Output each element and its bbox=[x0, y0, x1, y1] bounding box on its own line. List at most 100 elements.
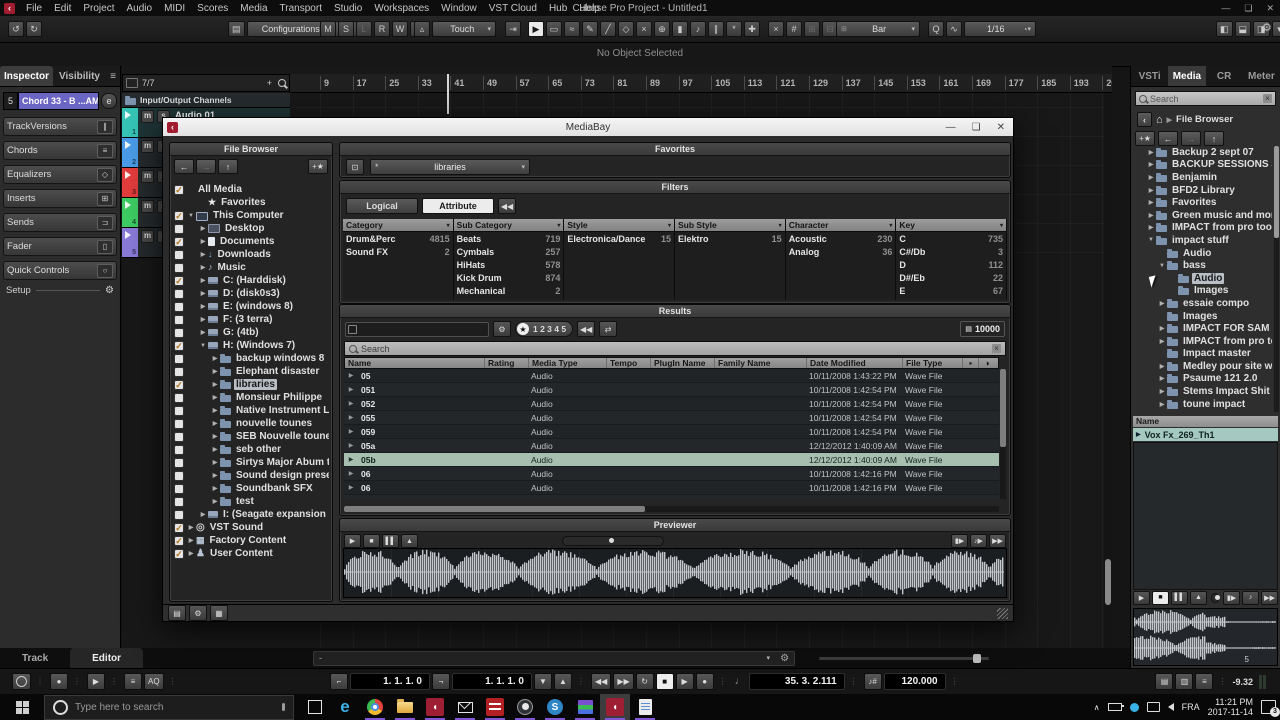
previewer-play-icon[interactable]: ▶ bbox=[344, 534, 361, 548]
expand-icon[interactable]: ▶ bbox=[210, 420, 220, 427]
fb-add-favorite-icon[interactable]: +★ bbox=[308, 159, 328, 174]
inspector-section-trackversions[interactable]: TrackVersions∥ bbox=[3, 117, 117, 136]
automation-icon[interactable]: ▵ bbox=[414, 21, 430, 37]
inspector-menu-icon[interactable]: ≡ bbox=[106, 66, 120, 86]
fb-tree-item[interactable]: ▶Sound design presets bbox=[174, 469, 329, 482]
results-name-header[interactable]: Name bbox=[1133, 416, 1278, 427]
media-tree-item[interactable]: ▶Psaume 121 2.0 bbox=[1133, 373, 1272, 386]
edit-channel-button[interactable]: e bbox=[101, 93, 117, 109]
channel-l-button[interactable]: L bbox=[356, 21, 372, 37]
results-horizontal-scrollbar[interactable] bbox=[344, 506, 999, 512]
fb-tree-item[interactable]: ▶Downloads bbox=[174, 248, 329, 261]
tempo-icon[interactable]: ♪# bbox=[864, 673, 882, 690]
record-mode-icon[interactable]: ● bbox=[50, 673, 68, 690]
media-tree-item[interactable]: ▶Backup 2 sept 07 bbox=[1133, 146, 1272, 159]
quantize-icon[interactable]: Q bbox=[928, 21, 944, 37]
collapse-icon[interactable]: ▼ bbox=[198, 343, 208, 349]
expand-icon[interactable]: ▶ bbox=[198, 316, 208, 323]
quantize-mode-icon[interactable]: ≡ bbox=[124, 673, 142, 690]
stop-icon[interactable]: ■ bbox=[656, 673, 674, 690]
fb-tree-item[interactable]: ▶G: (4tb) bbox=[174, 326, 329, 339]
range-select-icon[interactable]: ▭ bbox=[546, 21, 562, 37]
filter-column-header[interactable]: Sub Category▾ bbox=[454, 219, 564, 232]
column-header-name[interactable]: Name bbox=[345, 358, 485, 368]
filter-column-header[interactable]: Sub Style▾ bbox=[675, 219, 785, 232]
expand-icon[interactable]: ▶ bbox=[1157, 325, 1167, 332]
fb-forward-icon[interactable]: → bbox=[196, 159, 216, 174]
expand-icon[interactable]: ▶ bbox=[210, 459, 220, 466]
filter-item[interactable]: E67 bbox=[896, 284, 1006, 297]
expand-icon[interactable]: ▶ bbox=[1146, 174, 1156, 181]
fb-tree-item[interactable]: ▶Sirtys Major Abum track bbox=[174, 456, 329, 469]
track-visibility-icon[interactable] bbox=[126, 78, 138, 88]
filter-column-header[interactable]: Style▾ bbox=[564, 219, 674, 232]
fb-tree-item[interactable]: ✓▶VST Sound bbox=[174, 521, 329, 534]
checkbox[interactable] bbox=[174, 432, 184, 442]
tab-visibility[interactable]: Visibility bbox=[53, 66, 106, 86]
menu-audio[interactable]: Audio bbox=[126, 3, 152, 14]
menu-studio[interactable]: Studio bbox=[334, 3, 362, 14]
toolbar-gear-icon[interactable]: ⚙ bbox=[1262, 21, 1272, 34]
checkbox[interactable]: ✓ bbox=[174, 536, 184, 546]
keyboard-icon[interactable]: ▤ bbox=[1155, 673, 1173, 690]
menu-media[interactable]: Media bbox=[240, 3, 267, 14]
channel-w-button[interactable]: W bbox=[392, 21, 408, 37]
previewer-sync-icon[interactable]: ▶▶ bbox=[989, 534, 1006, 548]
taskbar-icon-skype[interactable]: S bbox=[540, 694, 570, 720]
expand-icon[interactable]: ▶ bbox=[1157, 388, 1167, 395]
column-header-date-modified[interactable]: Date Modified bbox=[807, 358, 903, 368]
media-tree-item[interactable]: ▶BFD2 Library bbox=[1133, 184, 1272, 197]
menu-transport[interactable]: Transport bbox=[280, 3, 322, 14]
fb-tree-item[interactable]: ▶SEB Nouvelle tounes bbox=[174, 430, 329, 443]
mute-icon[interactable]: ▮ bbox=[672, 21, 688, 37]
setup-gear-icon[interactable]: ⚙ bbox=[105, 285, 114, 296]
expand-icon[interactable]: ▶ bbox=[210, 472, 220, 479]
tree-scrollbar[interactable] bbox=[1274, 146, 1279, 412]
checkbox[interactable]: ✓ bbox=[174, 523, 184, 533]
checkbox[interactable]: ✓ bbox=[174, 341, 184, 351]
media-tree-item[interactable]: ▶IMPACT from pro tc bbox=[1133, 335, 1272, 348]
results-row[interactable]: ▶055Audio10/11/2008 1:42:54 PMWave File bbox=[344, 411, 999, 425]
previewer-pause-icon[interactable]: ▌▌ bbox=[382, 534, 399, 548]
expand-icon[interactable]: ▶ bbox=[186, 537, 196, 544]
checkbox[interactable] bbox=[174, 458, 184, 468]
collapse-icon[interactable]: ▼ bbox=[1157, 263, 1167, 269]
playhead-cursor[interactable] bbox=[447, 74, 449, 114]
play-icon[interactable]: ▶ bbox=[676, 673, 694, 690]
tab-media[interactable]: Media bbox=[1168, 66, 1205, 86]
playback-mode-icon[interactable]: ▶ bbox=[87, 673, 105, 690]
record-icon[interactable]: ● bbox=[696, 673, 714, 690]
io-channels-track[interactable]: Input/Output Channels bbox=[122, 93, 290, 108]
inspector-section-fader[interactable]: Fader▯ bbox=[3, 237, 117, 256]
checkbox[interactable]: ✓ bbox=[174, 549, 184, 559]
results-search-input[interactable]: Search × bbox=[344, 341, 1006, 356]
results-vertical-scrollbar[interactable] bbox=[1000, 369, 1006, 499]
minimize-icon[interactable]: — bbox=[1221, 3, 1230, 14]
previewer-beats-icon[interactable]: ♪▶ bbox=[970, 534, 987, 548]
line-icon[interactable]: ╱ bbox=[600, 21, 616, 37]
editor-gear-icon[interactable]: ⚙ bbox=[780, 653, 789, 664]
filter-item[interactable]: Electronica/Dance15 bbox=[564, 232, 674, 245]
expand-icon[interactable]: ▶ bbox=[1157, 338, 1167, 345]
play-icon[interactable]: ▶ bbox=[344, 456, 358, 463]
taskbar-icon-file-explorer[interactable] bbox=[390, 694, 420, 720]
column-header-media-type[interactable]: Media Type bbox=[529, 358, 607, 368]
fb-tree-item[interactable]: ✓▶Factory Content bbox=[174, 534, 329, 547]
zoom-icon[interactable]: ⊕ bbox=[654, 21, 670, 37]
max-results-box[interactable]: ▤ 10000 bbox=[960, 321, 1005, 337]
fb-tree-item[interactable]: ✓▼H: (Windows 7) bbox=[174, 339, 329, 352]
results-row[interactable]: ▶05aAudio12/12/2012 1:40:09 AMWave File bbox=[344, 439, 999, 453]
expand-icon[interactable]: ▶ bbox=[1146, 212, 1156, 219]
column-header-rating[interactable]: Rating bbox=[485, 358, 529, 368]
fb-tree-item[interactable]: ▶backup windows 8 bbox=[174, 352, 329, 365]
filter-item[interactable]: HiHats578 bbox=[454, 258, 564, 271]
clear-search-icon[interactable]: × bbox=[992, 344, 1001, 353]
nav-up-icon[interactable]: ↑ bbox=[1204, 131, 1224, 146]
tab-meter[interactable]: Meter bbox=[1243, 66, 1280, 86]
editor-dropdown[interactable]: - ▾ ⚙ bbox=[313, 651, 795, 666]
home-icon[interactable]: ⌂ bbox=[1156, 114, 1163, 126]
filter-item[interactable]: C#/Db3 bbox=[896, 245, 1006, 258]
channel-s-button[interactable]: S bbox=[338, 21, 354, 37]
comp-icon[interactable]: ≈ bbox=[564, 21, 580, 37]
fb-tree-item[interactable]: ▶test bbox=[174, 495, 329, 508]
